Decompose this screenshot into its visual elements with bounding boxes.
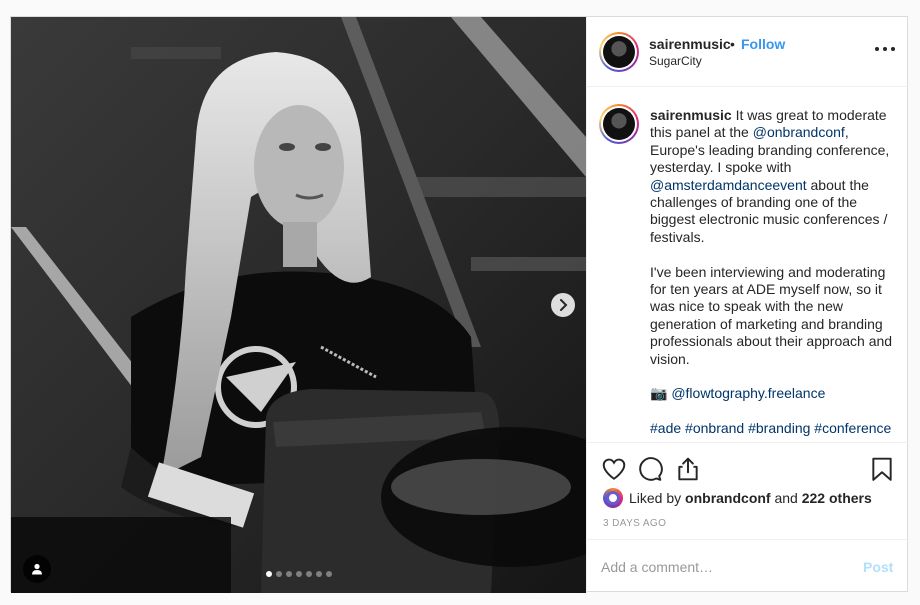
hashtag[interactable]: #onbrand xyxy=(685,420,744,436)
slide-dot xyxy=(276,571,282,577)
username-link[interactable]: sairenmusic xyxy=(649,36,731,52)
like-button[interactable] xyxy=(601,456,627,482)
caption-text: sairenmusic It was great to moderate thi… xyxy=(650,107,900,442)
save-button[interactable] xyxy=(869,456,895,482)
mention-photo-credit[interactable]: @flowtography.freelance xyxy=(671,385,825,401)
hashtag[interactable]: #conference xyxy=(814,420,891,436)
user-tag-icon xyxy=(32,563,42,575)
more-icon xyxy=(875,47,879,51)
avatar[interactable] xyxy=(599,32,639,72)
user-tag-button[interactable] xyxy=(23,555,51,583)
next-slide-button[interactable] xyxy=(551,293,575,317)
comment-input[interactable] xyxy=(601,558,841,576)
slide-dot xyxy=(266,571,272,577)
caption-paragraph-2: I've been interviewing and moderating fo… xyxy=(650,263,893,367)
post-photo xyxy=(11,17,586,593)
hashtag[interactable]: #branding xyxy=(748,420,810,436)
hashtag[interactable]: #ade xyxy=(650,420,681,436)
post-comment-button[interactable]: Post xyxy=(863,559,893,575)
more-options-button[interactable] xyxy=(875,39,895,59)
chevron-right-icon xyxy=(560,299,568,311)
comment-bar: Post xyxy=(587,539,909,593)
caption-username[interactable]: sairenmusic xyxy=(650,107,732,123)
slide-dot xyxy=(316,571,322,577)
mention-amsterdamdanceevent[interactable]: @amsterdamdanceevent xyxy=(650,177,807,193)
likes-others-link[interactable]: 222 others xyxy=(802,490,872,506)
slide-dot xyxy=(326,571,332,577)
bookmark-icon xyxy=(872,457,892,481)
post-media[interactable] xyxy=(11,17,586,593)
liker-avatar[interactable] xyxy=(603,488,623,508)
slide-dot xyxy=(286,571,292,577)
caption-area: sairenmusic It was great to moderate thi… xyxy=(587,88,909,442)
slide-dot xyxy=(306,571,312,577)
liker-username[interactable]: onbrandconf xyxy=(685,490,771,506)
share-icon xyxy=(678,457,698,481)
slide-indicator xyxy=(266,571,332,577)
post-timestamp[interactable]: 3 DAYS AGO xyxy=(603,518,666,529)
caption-avatar[interactable] xyxy=(599,104,639,144)
follow-button[interactable]: Follow xyxy=(741,36,785,52)
post-header: sairenmusic • Follow SugarCity xyxy=(587,17,909,87)
hashtags: #ade #onbrand #branding #conference xyxy=(650,420,900,437)
camera-emoji: 📷 xyxy=(650,385,668,402)
heart-icon xyxy=(602,458,626,480)
mention-onbrandconf[interactable]: @onbrandconf xyxy=(753,124,845,140)
post-sidebar: sairenmusic • Follow SugarCity sairenmus… xyxy=(586,17,909,593)
instagram-post: sairenmusic • Follow SugarCity sairenmus… xyxy=(10,16,909,593)
separator-dot: • xyxy=(730,36,735,52)
slide-dot xyxy=(296,571,302,577)
location-link[interactable]: SugarCity xyxy=(649,54,702,68)
likes-summary: Liked by onbrandconf and 222 others xyxy=(603,488,872,508)
share-button[interactable] xyxy=(675,456,701,482)
comment-icon xyxy=(639,457,663,481)
comment-button[interactable] xyxy=(637,456,663,482)
